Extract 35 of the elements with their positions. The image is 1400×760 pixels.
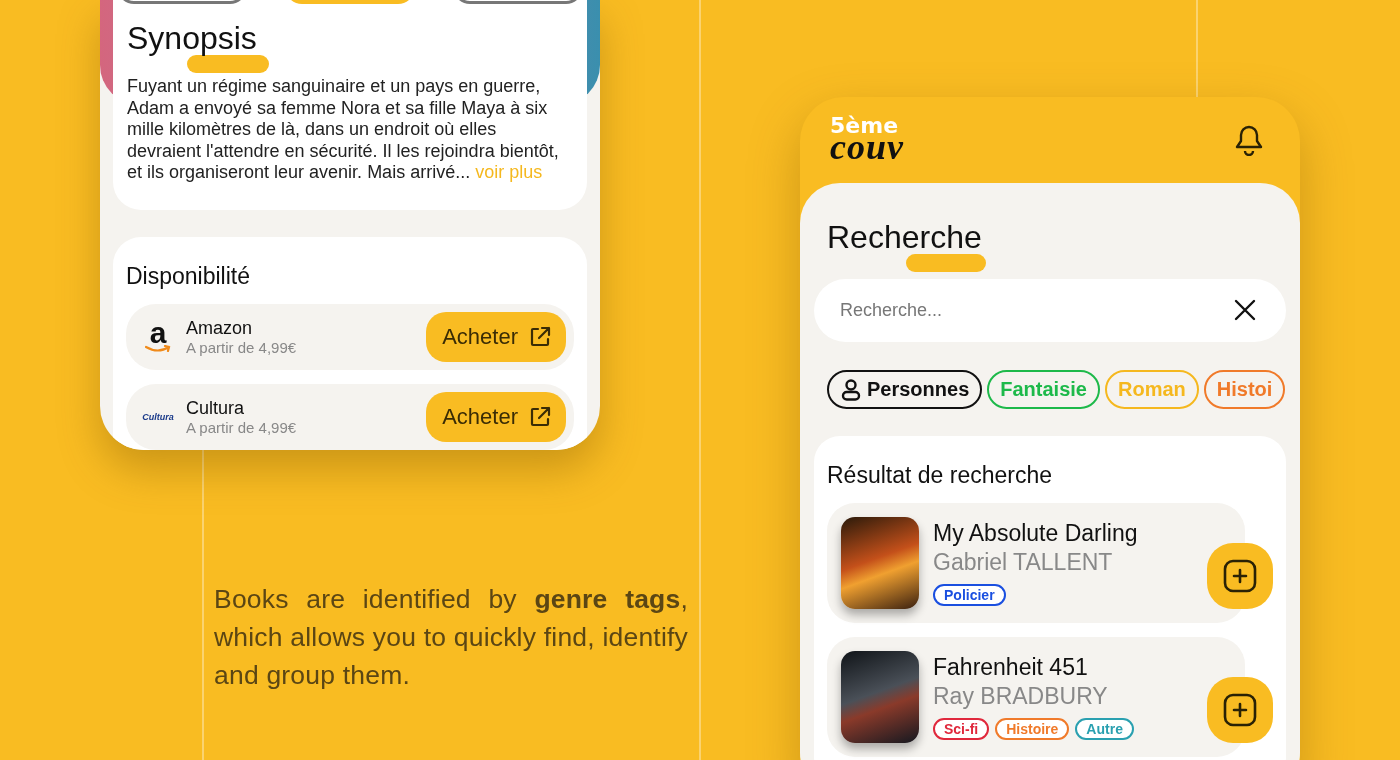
buy-button[interactable]: Acheter	[426, 391, 566, 442]
add-button[interactable]	[1207, 543, 1273, 609]
genre-tag: Autre	[1075, 718, 1134, 740]
bell-icon[interactable]	[1234, 124, 1264, 156]
person-icon	[841, 378, 861, 401]
book-author: Gabriel TALLENT	[933, 549, 1114, 576]
add-button[interactable]	[1207, 677, 1273, 743]
book-title: My Absolute Darling	[933, 520, 1138, 547]
book-author: Ray BRADBURY	[933, 683, 1109, 710]
section-title: Synopsis	[127, 22, 257, 54]
genre-tag: Sci-fi	[933, 718, 990, 740]
buy-button[interactable]: Acheter	[426, 311, 566, 362]
store-price: A partir de 4,99€	[186, 418, 298, 436]
store-logo: Cultura	[142, 411, 174, 422]
external-link-icon	[528, 404, 552, 429]
plus-icon	[1223, 693, 1257, 727]
caption-text: Books are identified by genre tags, which allows you to quickly find, identify and group them.	[214, 583, 688, 692]
close-icon[interactable]	[1234, 299, 1256, 321]
book-card[interactable]: My Absolute Darling Gabriel TALLENT Policier	[827, 503, 1245, 623]
section-title: Résultat de recherche	[827, 462, 1053, 489]
store-name: Amazon	[186, 317, 254, 339]
genre-tag: Policier	[933, 584, 1006, 606]
plus-icon	[1223, 559, 1257, 593]
synopsis-text: Fuyant un régime sanguinaire et un pays en guerre, Adam a envoyé sa femme Nora et sa fille Maya à six mille kilomètres de là, dans un endroit où elles devraient l'attendre en sécurité. Il les rejoindra bientôt, et ils organiseront leur avenir. Mais arrivé... voir plus	[127, 76, 560, 184]
book-title: Fahrenheit 451	[933, 654, 1089, 681]
page-title: Recherche	[827, 221, 982, 253]
section-title: Disponibilité	[126, 262, 251, 290]
store-name: Cultura	[186, 397, 246, 419]
store-price: A partir de 4,99€	[186, 338, 298, 356]
filter-chip[interactable]: Personnes	[827, 370, 983, 409]
search-field[interactable]: Recherche...	[814, 279, 1286, 342]
store-logo: a	[140, 320, 176, 353]
external-link-icon	[528, 324, 552, 349]
genre-tag: Histoire	[995, 718, 1070, 740]
book-card[interactable]: Fahrenheit 451 Ray BRADBURY Sci-fi Histoire Autre	[827, 637, 1245, 757]
